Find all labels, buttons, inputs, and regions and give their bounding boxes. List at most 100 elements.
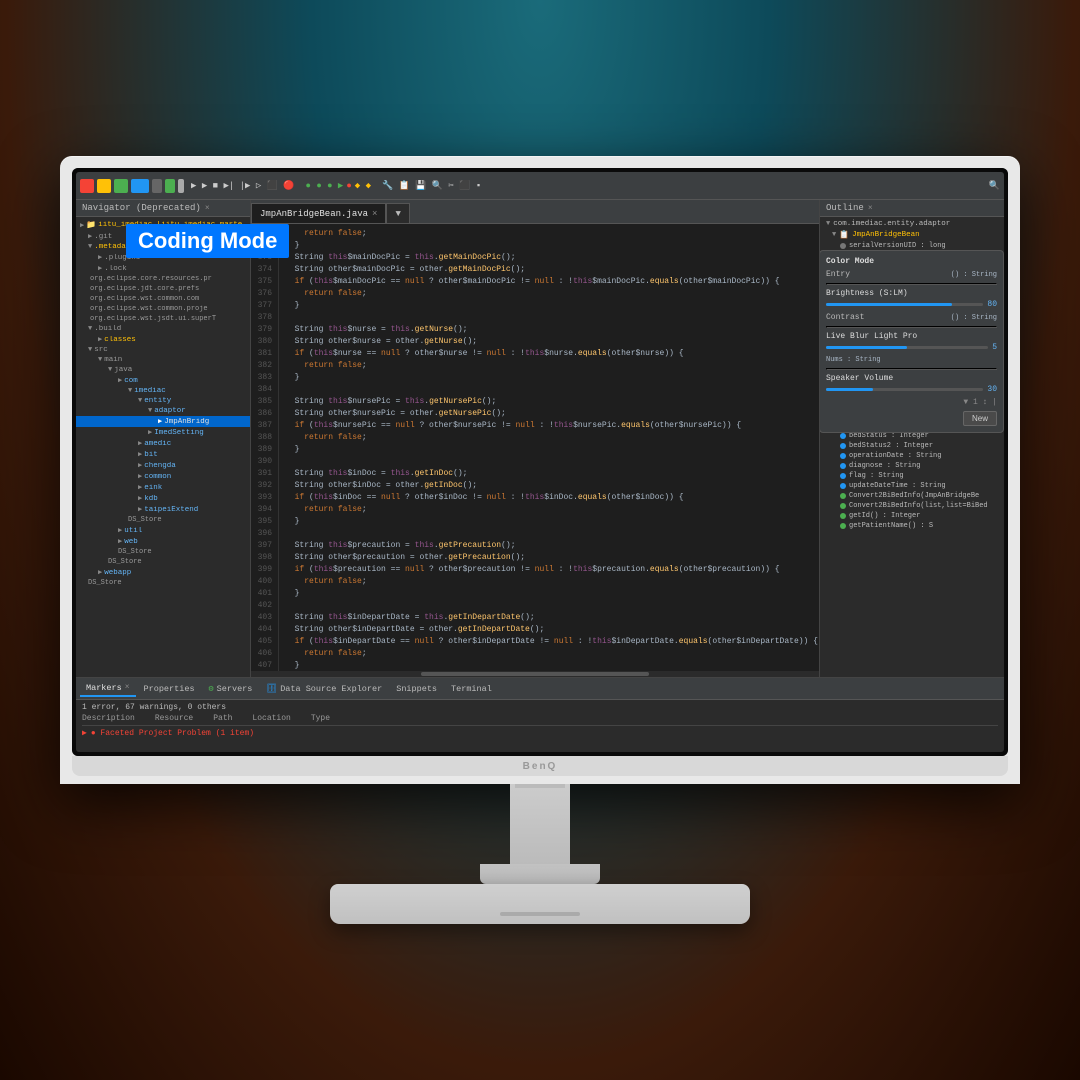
new-button[interactable]: New [963,411,997,426]
list-item[interactable]: ▶ .lock [76,263,250,274]
filter-icon[interactable]: ▼ 1 ↕ | [963,398,997,407]
tab-properties-label: Properties [144,684,195,694]
outline-close-icon[interactable]: × [868,204,873,213]
monitor-base [330,884,750,924]
list-item[interactable]: ▶ web [76,536,250,547]
code-line: return false; [285,228,813,240]
list-item[interactable]: ▶ kdb [76,493,250,504]
list-item[interactable]: ▶ chengda [76,460,250,471]
settings-title: Color Mode [826,257,997,266]
brightness-value: 80 [987,300,997,309]
code-line: } [285,444,813,456]
list-item[interactable]: ▶ eink [76,482,250,493]
bottom-header-row: Description Resource Path Location Type [82,714,998,726]
code-line: if (this$precaution == null ? other$prec… [285,564,813,576]
brand-logo: BenQ [523,761,558,772]
tab-servers[interactable]: ⚙ Servers [203,682,259,696]
tab-snippets[interactable]: Snippets [390,682,443,696]
coding-mode-badge: Coding Mode [126,224,289,258]
list-item[interactable]: ▶ taipeiExtend [76,504,250,515]
tab-markers-close[interactable]: × [125,683,130,692]
monitor-wrapper: Coding Mode ▶ ▶ ■ ▶| |▶ ▷ ⬛ 🔴 ● ● ● ▶ ● [60,156,1020,924]
outline-item[interactable]: ▼ 📋 JmpAnBridgeBean [820,229,1004,241]
monitor-stand-neck [510,784,570,864]
list-item: org.eclipse.wst.common.proje [76,304,250,314]
live-blur-label: Live Blur Light Pro [826,332,997,341]
editor-tabs: JmpAnBridgeBean.java × ▼ [251,200,819,224]
contrast-label: Contrast [826,313,864,322]
list-item: org.eclipse.jdt.core.prefs [76,284,250,294]
tab-properties[interactable]: Properties [138,682,201,696]
outline-item[interactable]: Convert2BiBedInfo(list,list=BiBed [820,501,1004,511]
live-blur-value: 5 [992,343,997,352]
list-item[interactable]: ▼ java [76,365,250,375]
code-line: return false; [285,360,813,372]
tab-datasource[interactable]: 🗄 Data Source Explorer [260,682,388,696]
code-line: String this$inDoc = this.getInDoc(); [285,468,813,480]
navigator-tab[interactable]: Navigator (Deprecated) × [76,200,250,217]
list-item[interactable]: ▶ util [76,525,250,536]
editor-content: 3713723733743753763773783793803813823833… [251,224,819,671]
list-item[interactable]: ▼ src [76,345,250,355]
outline-tab-label: Outline [826,203,864,213]
horizontal-scrollbar[interactable] [251,671,819,677]
speaker-slider[interactable] [826,388,983,391]
list-item[interactable]: ▶ common [76,471,250,482]
code-line [285,312,813,324]
code-line: return false; [285,288,813,300]
list-item[interactable]: ▶ bit [76,449,250,460]
code-line [285,384,813,396]
code-line: String other$inDoc = other.getInDoc(); [285,480,813,492]
brightness-slider[interactable] [826,303,983,306]
speaker-value: 30 [987,385,997,394]
code-line [285,456,813,468]
code-line: } [285,240,813,252]
bottom-content: 1 error, 67 warnings, 0 others Descripti… [76,700,1004,752]
live-blur-slider[interactable] [826,346,988,349]
code-area[interactable]: return false; } String this$mainDocPic =… [279,224,819,671]
list-item[interactable]: ▼ entity [76,396,250,406]
outline-item[interactable]: ▼ com.imediac.entity.adaptor [820,219,1004,229]
list-item[interactable]: ▶ webapp [76,567,250,578]
col-path: Path [213,714,232,723]
code-editor: JmpAnBridgeBean.java × ▼ 371372373374375… [251,200,819,677]
editor-tab-jmp[interactable]: JmpAnBridgeBean.java × [251,203,386,223]
editor-tab-close[interactable]: × [372,209,377,219]
list-item[interactable]: ▶ JmpAnBridg [76,416,250,427]
outline-item[interactable]: getId() : Integer [820,511,1004,521]
editor-tab-more[interactable]: ▼ [386,203,409,223]
list-item[interactable]: ▼ adaptor [76,406,250,416]
code-line: String other$precaution = other.getPreca… [285,552,813,564]
outline-item: diagnose : String [820,461,1004,471]
error-row[interactable]: ▶ ● Faceted Project Problem (1 item) [82,728,998,738]
nums-value: Nums : String [826,356,881,364]
monitor-screen: Coding Mode ▶ ▶ ■ ▶| |▶ ▷ ⬛ 🔴 ● ● ● ▶ ● [76,172,1004,752]
list-item[interactable]: ▶ com [76,375,250,386]
list-item: DS_Store [76,547,250,557]
list-item[interactable]: ▼ .build [76,324,250,334]
outline-item[interactable]: Convert2BiBedInfo(JmpAnBridgeBe [820,491,1004,501]
tab-datasource-icon: 🗄 [266,684,277,694]
ide-main: Navigator (Deprecated) × ▶ 📁 iitu_imedia… [76,200,1004,677]
list-item[interactable]: ▼ main [76,355,250,365]
left-panel: Navigator (Deprecated) × ▶ 📁 iitu_imedia… [76,200,251,677]
code-line: String this$precaution = this.getPrecaut… [285,540,813,552]
list-item[interactable]: ▶ ImedSetting [76,427,250,438]
navigator-tab-label: Navigator (Deprecated) [82,203,201,213]
editor-tab-more-label: ▼ [395,209,400,219]
tab-terminal[interactable]: Terminal [445,682,498,696]
entry-label: Entry [826,270,850,279]
bottom-panel: Markers × Properties ⚙ Servers 🗄 Data [76,677,1004,752]
tab-markers-label: Markers [86,683,122,693]
outline-item[interactable]: getPatientName() : S [820,521,1004,531]
outline-tab[interactable]: Outline × [820,200,1004,217]
tab-markers[interactable]: Markers × [80,681,136,697]
list-item[interactable]: ▶ amedic [76,438,250,449]
list-item[interactable]: ▼ imediac [76,386,250,396]
speaker-label: Speaker Volume [826,374,997,383]
list-item[interactable]: ▶ classes [76,334,250,345]
tree-view: ▶ 📁 iitu_imediac [iitu_imediac maste ▶ .… [76,217,250,677]
code-line: } [285,588,813,600]
navigator-close-icon[interactable]: × [205,204,210,213]
brightness-label: Brightness (S:LM) [826,289,997,298]
